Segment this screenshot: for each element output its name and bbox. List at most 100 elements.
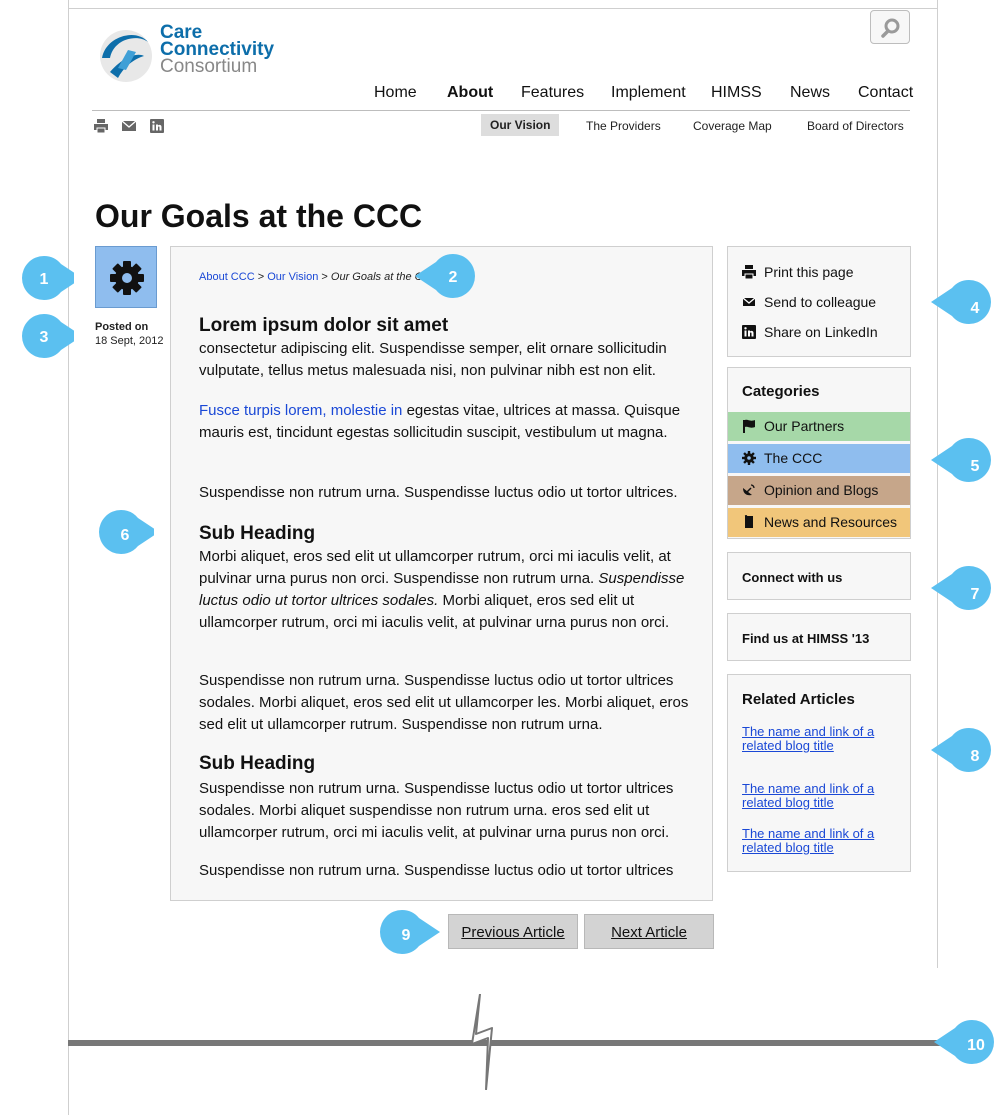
subnav-our-vision[interactable]: Our Vision	[481, 114, 560, 136]
categories-title: Categories	[742, 383, 820, 400]
breadcrumb-about-ccc[interactable]: About CCC	[199, 271, 255, 283]
print-page-link[interactable]: Print this page	[742, 264, 854, 280]
nav-himss[interactable]: HIMSS	[711, 84, 762, 102]
send-to-colleague-link[interactable]: Send to colleague	[742, 294, 876, 310]
breadcrumb-current: Our Goals at the C	[330, 271, 423, 283]
nav-implement[interactable]: Implement	[611, 84, 686, 102]
related-article-link-line[interactable]: related blog title	[742, 796, 874, 810]
article-body: About CCC > Our Vision > Our Goals at th…	[170, 246, 713, 901]
satellite-dish-icon	[743, 484, 755, 496]
nav-about[interactable]: About	[447, 84, 493, 102]
svg-text:10: 10	[967, 1037, 985, 1054]
related-article-link[interactable]: The name and link of a related blog title	[742, 782, 874, 810]
callout-1: 1	[22, 256, 74, 300]
related-article-link-line[interactable]: The name and link of a	[742, 725, 874, 739]
subnav-the-providers[interactable]: The Providers	[586, 119, 661, 133]
posted-on: Posted on 18 Sept, 2012	[95, 320, 164, 348]
svg-text:3: 3	[40, 329, 49, 346]
category-opinion-and-blogs[interactable]: Opinion and Blogs	[728, 476, 910, 505]
article-heading: Lorem ipsum dolor sit amet	[199, 315, 449, 336]
posted-label: Posted on	[95, 321, 149, 333]
connect-box[interactable]: Connect with us	[727, 552, 911, 600]
callout-9: 9	[380, 910, 440, 954]
search-button[interactable]	[870, 10, 910, 44]
gear-icon	[742, 451, 756, 465]
breadcrumb: About CCC > Our Vision > Our Goals at th…	[199, 271, 423, 283]
logo-mark-icon	[100, 30, 152, 82]
category-tile	[95, 246, 157, 308]
related-article-link-line[interactable]: related blog title	[742, 841, 874, 855]
posted-date: 18 Sept, 2012	[95, 335, 164, 347]
share-linkedin-label: Share on LinkedIn	[764, 324, 878, 340]
mail-icon	[742, 297, 756, 306]
callout-8: 8	[931, 728, 991, 772]
related-article-link[interactable]: The name and link of a related blog title	[742, 827, 874, 855]
callout-10: 10	[934, 1020, 994, 1064]
frame-right-border	[937, 0, 938, 968]
himss-box[interactable]: Find us at HIMSS '13	[727, 613, 911, 661]
print-page-label: Print this page	[764, 264, 854, 280]
linkedin-icon[interactable]	[150, 119, 164, 133]
svg-text:8: 8	[971, 748, 980, 765]
previous-article-button[interactable]: Previous Article	[448, 914, 578, 949]
svg-text:5: 5	[971, 458, 980, 475]
breadcrumb-separator: >	[318, 271, 331, 283]
page-tools-box: Print this page Send to colleague Share …	[727, 246, 911, 357]
category-label: The CCC	[764, 450, 823, 466]
flag-icon	[743, 419, 755, 433]
site-logo[interactable]: Care Connectivity Consortium	[92, 18, 292, 90]
gear-icon	[110, 261, 144, 295]
nav-features[interactable]: Features	[521, 84, 584, 102]
article-subheading-1: Sub Heading	[199, 523, 316, 544]
category-label: News and Resources	[764, 514, 898, 530]
subnav-board-of-directors[interactable]: Board of Directors	[807, 119, 904, 133]
lightning-break-icon	[471, 994, 493, 1090]
print-icon	[742, 265, 756, 279]
nav-news[interactable]: News	[790, 84, 830, 102]
next-article-button[interactable]: Next Article	[584, 914, 714, 949]
send-to-colleague-label: Send to colleague	[764, 294, 877, 310]
svg-text:1: 1	[40, 271, 49, 288]
category-news-and-resources[interactable]: News and Resources	[728, 508, 910, 537]
related-article-link-line[interactable]: The name and link of a	[742, 782, 874, 796]
category-the-ccc[interactable]: The CCC	[728, 444, 910, 473]
categories-box: Categories Our Partners The CCC Opinion …	[727, 367, 911, 539]
connect-title: Connect with us	[742, 570, 843, 585]
svg-text:9: 9	[402, 927, 411, 944]
search-icon	[881, 18, 900, 38]
related-article-link-line[interactable]: related blog title	[742, 739, 874, 753]
breadcrumb-our-vision[interactable]: Our Vision	[267, 271, 318, 283]
breadcrumb-separator: >	[254, 271, 268, 283]
logo-wordmark: Care Connectivity Consortium	[160, 23, 274, 77]
article-paragraph-1: consectetur adipiscing elit. Suspendisse…	[199, 340, 667, 379]
subnav-coverage-map[interactable]: Coverage Map	[693, 119, 772, 133]
nav-contact[interactable]: Contact	[858, 84, 913, 102]
print-icon[interactable]	[94, 119, 108, 133]
mail-icon[interactable]	[121, 119, 137, 133]
frame-top-border	[68, 8, 938, 9]
article-paragraph-4: Morbi aliquet, eros sed elit ut ullamcor…	[199, 546, 699, 634]
article-paragraph-7: Suspendisse non rutrum urna. Suspendisse…	[199, 862, 674, 879]
category-label: Opinion and Blogs	[764, 482, 879, 498]
svg-text:6: 6	[121, 527, 130, 544]
svg-text:2: 2	[449, 269, 458, 286]
related-article-link[interactable]: The name and link of a related blog title	[742, 725, 874, 753]
logo-line-consortium: Consortium	[160, 56, 258, 77]
nav-home[interactable]: Home	[374, 84, 417, 102]
related-article-link-line[interactable]: The name and link of a	[742, 827, 874, 841]
callout-7: 7	[931, 566, 991, 610]
callout-6: 6	[99, 510, 154, 554]
himss-title: Find us at HIMSS '13	[742, 631, 870, 646]
share-linkedin-link[interactable]: Share on LinkedIn	[742, 324, 878, 340]
category-label: Our Partners	[764, 418, 845, 434]
category-our-partners[interactable]: Our Partners	[728, 412, 910, 441]
related-articles-box: Related Articles The name and link of ar…	[727, 674, 911, 872]
article-paragraph-5: Suspendisse non rutrum urna. Suspendisse…	[199, 672, 689, 733]
page-title: Our Goals at the CCC	[95, 198, 423, 234]
callout-5: 5	[931, 438, 991, 482]
article-inline-link[interactable]: Fusce turpis lorem, molestie in	[199, 402, 402, 419]
related-articles-title: Related Articles	[742, 691, 855, 708]
callout-3: 3	[22, 314, 74, 358]
article-paragraph-6: Suspendisse non rutrum urna. Suspendisse…	[199, 780, 674, 841]
book-icon	[744, 515, 753, 528]
